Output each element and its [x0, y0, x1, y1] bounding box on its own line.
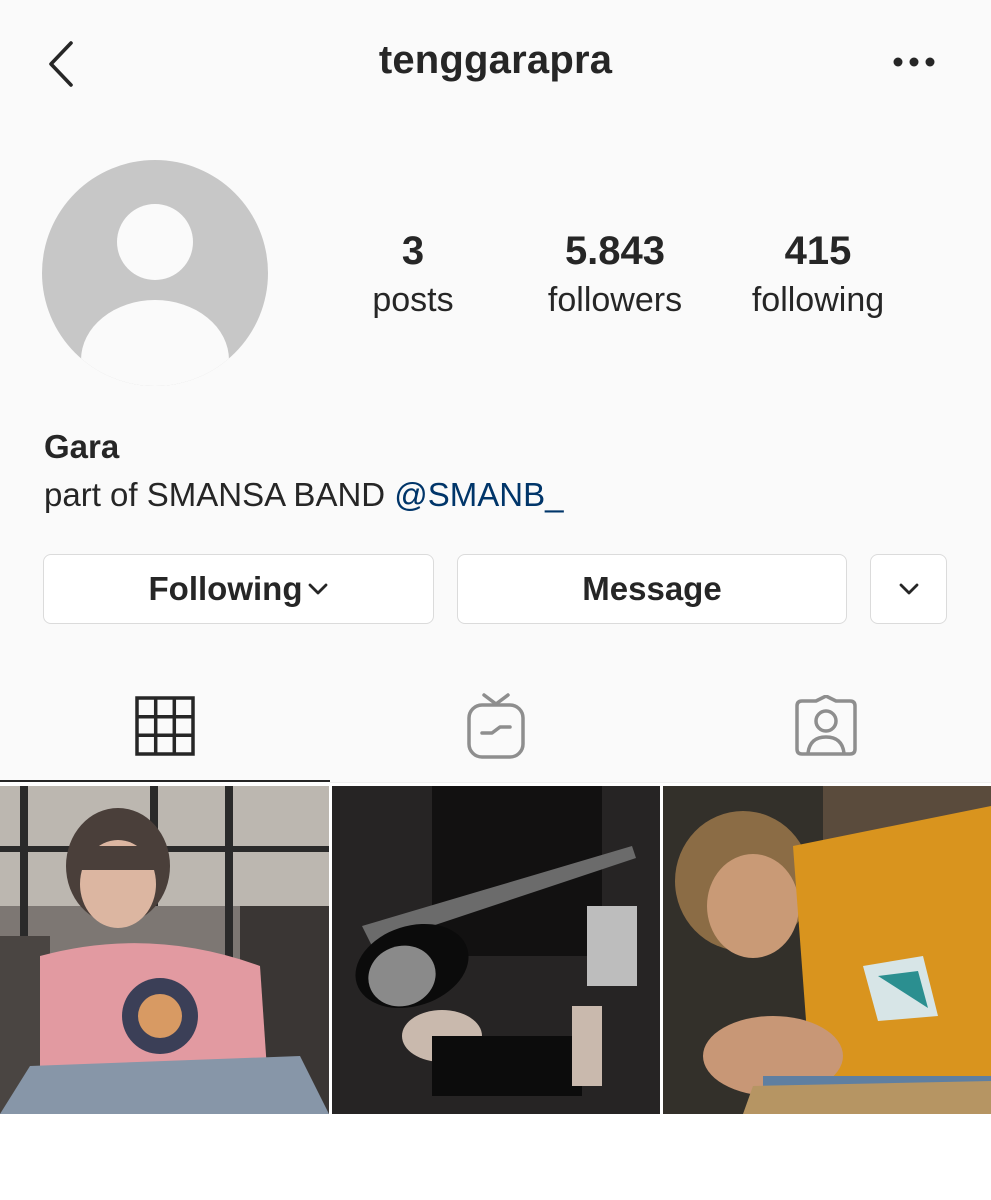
following-button[interactable]: Following	[43, 554, 434, 624]
tab-divider	[330, 782, 991, 783]
active-tab-indicator	[0, 780, 330, 782]
more-options-button[interactable]	[882, 40, 946, 84]
message-button-label: Message	[582, 570, 722, 607]
bio: part of SMANSA BAND @SMANB_	[44, 476, 564, 514]
avatar[interactable]	[42, 160, 268, 386]
grid-icon	[135, 696, 195, 756]
post-thumbnail-3[interactable]	[663, 786, 991, 1114]
followers-count-stat[interactable]: 5.843 followers	[520, 226, 710, 324]
tagged-person-icon	[795, 695, 857, 756]
post-thumbnail-1[interactable]	[0, 786, 329, 1114]
following-count-stat[interactable]: 415 following	[727, 226, 909, 324]
chevron-down-icon	[899, 583, 918, 595]
posts-count-stat[interactable]: 3 posts	[353, 226, 473, 324]
message-button[interactable]: Message	[457, 554, 847, 624]
posts-count: 3	[401, 229, 425, 273]
display-name: Gara	[44, 428, 120, 465]
following-count: 415	[784, 229, 852, 273]
followers-label: followers	[547, 281, 683, 319]
default-avatar-icon	[81, 204, 229, 386]
suggested-accounts-button[interactable]	[870, 554, 947, 624]
posts-label: posts	[372, 281, 454, 319]
post-photo-3	[663, 786, 991, 1114]
post-photo-1	[0, 786, 329, 1114]
followers-count: 5.843	[564, 229, 666, 273]
post-thumbnail-2[interactable]	[332, 786, 660, 1114]
bio-mention-link[interactable]: @SMANB_	[394, 476, 563, 513]
post-photo-2	[332, 786, 660, 1114]
igtv-icon	[467, 693, 525, 759]
more-horizontal-icon	[893, 57, 935, 67]
tab-tagged[interactable]	[786, 690, 866, 762]
profile-area	[0, 0, 991, 782]
following-label: following	[751, 281, 885, 319]
tab-posts-grid[interactable]	[125, 690, 205, 762]
page-title: tenggarapra	[378, 38, 613, 82]
bio-text: part of SMANSA BAND	[44, 476, 395, 513]
tab-igtv[interactable]	[456, 690, 536, 762]
following-button-label: Following	[148, 570, 303, 607]
chevron-down-icon	[308, 583, 328, 595]
